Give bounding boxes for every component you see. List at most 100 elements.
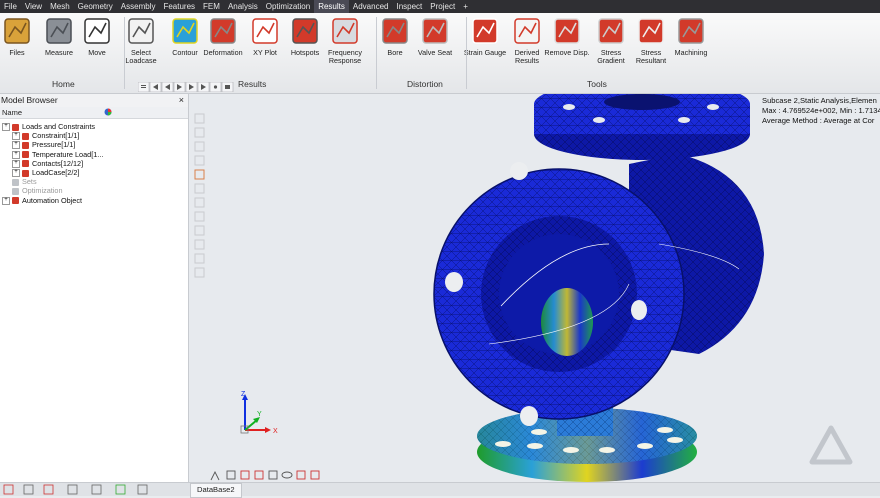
tree-item[interactable]: Sets <box>2 177 37 186</box>
menu-item-analysis[interactable]: Analysis <box>224 0 262 13</box>
ribbon-separator <box>124 17 125 89</box>
page-icon[interactable] <box>137 484 148 495</box>
ribbon-button-label: Deformation <box>203 48 243 57</box>
move-icon <box>84 18 110 44</box>
menu-item-view[interactable]: View <box>21 0 46 13</box>
print-icon[interactable] <box>91 484 102 495</box>
stress-resultant-icon <box>638 18 664 44</box>
tree-item[interactable]: + Loads and Constraints <box>2 122 96 132</box>
menu-item-optimization[interactable]: Optimization <box>262 0 314 13</box>
animation-controls <box>137 79 242 93</box>
cube-view-icon[interactable] <box>268 470 278 480</box>
tree-item[interactable]: + Pressure[1/1] <box>12 140 75 150</box>
strain-gauge-icon <box>472 18 498 44</box>
constraint-icon <box>22 132 29 140</box>
expand-toggle-icon[interactable]: + <box>12 141 20 150</box>
color-wheel-icon[interactable] <box>104 108 112 116</box>
menu-item-results[interactable]: Results <box>314 0 349 13</box>
menu-item-geometry[interactable]: Geometry <box>74 0 117 13</box>
zoom-box-icon[interactable] <box>254 470 264 480</box>
ribbon-button-label: Strain Gauge <box>463 48 507 57</box>
deformation-button[interactable]: Deformation <box>200 15 246 57</box>
remove-disp-button[interactable]: Remove Disp. <box>544 15 590 57</box>
info-line-maxmin: Max : 4.769524e+002, Min : 1.7134 <box>762 106 880 115</box>
menu-bar: File View Mesh Geometry Assembly Features FEM A… <box>0 0 880 13</box>
bore-icon <box>382 18 408 44</box>
zoom-area-icon[interactable] <box>240 470 250 480</box>
xy-plot-icon <box>252 18 278 44</box>
pressure-icon <box>22 141 29 149</box>
contacts-icon <box>22 160 29 168</box>
database-tab-label: DataBase2 <box>197 485 235 494</box>
axis-x-label: X <box>273 428 278 435</box>
valve-seat-button[interactable]: Valve Seat <box>412 15 458 57</box>
loadcase-icon <box>22 169 29 177</box>
tree-item[interactable]: + Constraint[1/1] <box>12 131 80 141</box>
temperature-load-icon <box>22 151 29 159</box>
group-label-results: Results <box>238 79 267 89</box>
remove-disp-icon <box>554 18 580 44</box>
expand-toggle-icon[interactable]: + <box>12 132 20 141</box>
expand-toggle-icon[interactable]: + <box>2 123 10 132</box>
info-line-subcase: Subcase 2,Static Analysis,Elemen <box>762 96 877 105</box>
menu-item-inspect[interactable]: Inspect <box>392 0 426 13</box>
strain-gauge-button[interactable]: Strain Gauge <box>462 15 508 57</box>
tree-item-label: Constraint[1/1] <box>32 131 80 141</box>
cube-icon[interactable] <box>67 484 78 495</box>
edit-icon[interactable] <box>23 484 34 495</box>
model-browser-title: Model Browser × <box>0 94 188 107</box>
sets-icon <box>12 178 19 186</box>
valve-mesh-model[interactable] <box>429 94 829 482</box>
section-view-icon[interactable] <box>296 470 306 480</box>
axis-triad: Z Y X <box>240 391 278 435</box>
tree-item-label: Contacts[12/12] <box>32 158 84 168</box>
menu-item-features[interactable]: Features <box>159 0 199 13</box>
status-bar: DataBase2 <box>0 482 880 498</box>
menu-item-mesh[interactable]: Mesh <box>46 0 74 13</box>
menu-item-fem[interactable]: FEM <box>199 0 224 13</box>
expand-toggle-icon[interactable]: + <box>12 150 20 159</box>
menu-item-assembly[interactable]: Assembly <box>117 0 160 13</box>
menu-item-project[interactable]: Project <box>426 0 459 13</box>
ribbon-button-label: Frequency Response <box>328 48 362 65</box>
model-browser-title-text: Model Browser <box>1 95 58 105</box>
tree-item[interactable]: + LoadCase[2/2] <box>12 168 79 178</box>
menu-item-file[interactable]: File <box>0 0 21 13</box>
graphics-viewport[interactable]: Subcase 2,Static Analysis,Elemen Max : 4… <box>189 94 880 482</box>
automation-object-icon <box>12 197 19 205</box>
valve-seat-icon <box>422 18 448 44</box>
group-label-distortion: Distortion <box>407 79 443 89</box>
database-tab[interactable]: DataBase2 <box>190 483 242 498</box>
expand-toggle-icon[interactable]: + <box>12 169 20 178</box>
ribbon-button-label: Remove Disp. <box>544 48 590 57</box>
model-browser-header: Name <box>0 107 188 119</box>
files-button[interactable]: Files <box>0 15 40 57</box>
visibility-icon[interactable] <box>281 471 293 479</box>
view-tools-strip <box>194 113 205 278</box>
menu-item-advanced[interactable]: Advanced <box>349 0 393 13</box>
tree-item[interactable]: + Temperature Load[1... <box>12 150 103 159</box>
triad-view-icon[interactable] <box>210 470 220 481</box>
frequency-response-button[interactable]: Frequency Response <box>322 15 368 65</box>
machining-button[interactable]: Machining <box>668 15 714 57</box>
color-icon[interactable] <box>115 484 126 495</box>
ribbon-button-label: Files <box>9 48 25 57</box>
move-button[interactable]: Move <box>74 15 120 57</box>
ribbon-button-label: Move <box>88 48 106 57</box>
fit-view-icon[interactable] <box>226 470 236 480</box>
model-browser-panel: Model Browser × Name + Loads and Constrai… <box>0 94 189 482</box>
machining-icon <box>678 18 704 44</box>
expand-toggle-icon[interactable]: + <box>2 196 10 205</box>
loads-icon[interactable] <box>3 484 14 495</box>
tree-item[interactable]: + Automation Object <box>2 196 82 205</box>
expand-toggle-icon[interactable]: + <box>12 159 20 168</box>
tree-item[interactable]: Optimization <box>2 186 63 195</box>
clip-view-icon[interactable] <box>310 470 320 480</box>
tree-item[interactable]: + Contacts[12/12] <box>12 159 83 168</box>
close-icon[interactable]: × <box>179 94 184 107</box>
tree-item-label: Loads and Constraints <box>22 122 96 131</box>
name-column-header[interactable]: Name <box>0 108 22 117</box>
loads-constraints-icon <box>12 123 19 131</box>
menu-item--[interactable]: + <box>459 0 472 13</box>
pen-icon[interactable] <box>43 484 54 495</box>
